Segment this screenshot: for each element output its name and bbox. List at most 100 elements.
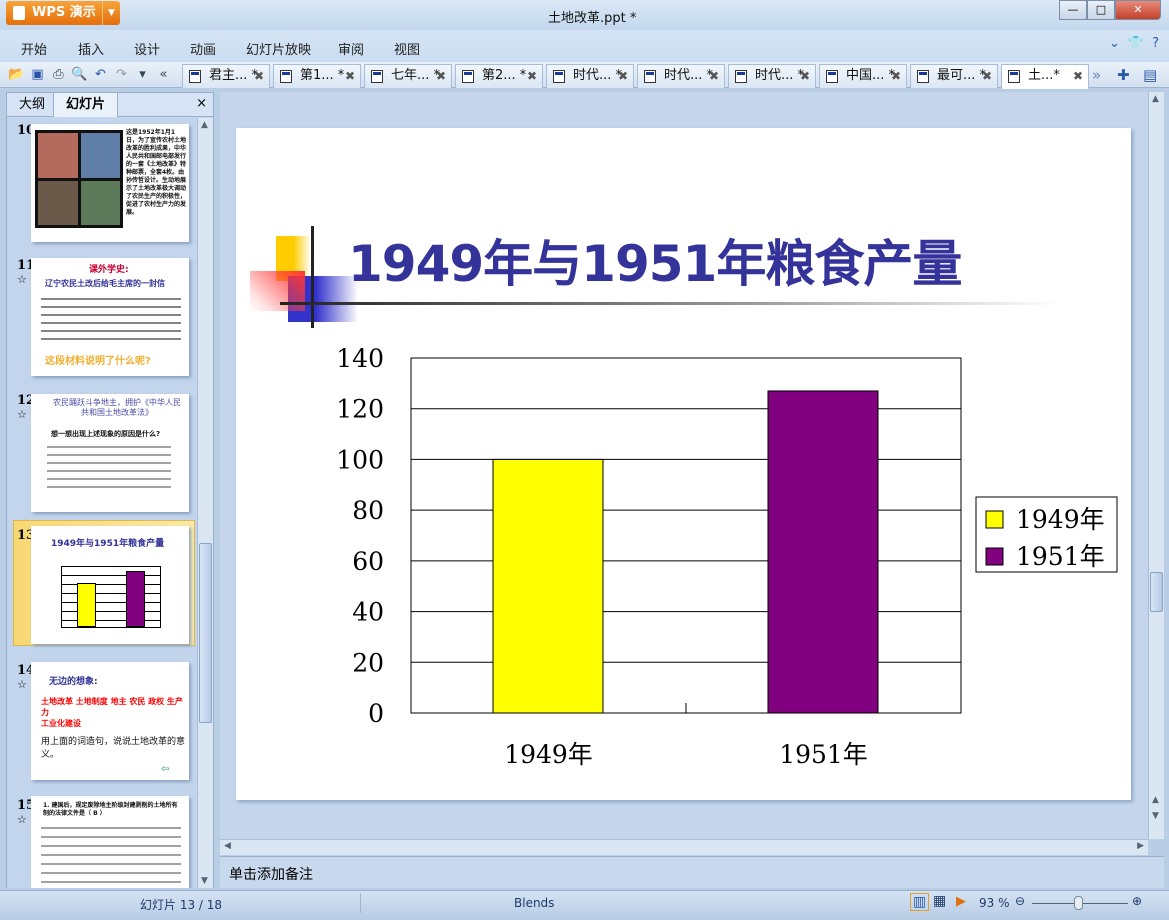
tab-label: 第2... * xyxy=(482,68,527,83)
print-preview-icon[interactable]: 🔍 xyxy=(71,66,88,83)
tabs-scroll-left-icon[interactable]: « xyxy=(155,66,172,83)
bar-chart[interactable]: 0 20 40 60 80 100 120 140 1949年 1951年 1949年 1951年 xyxy=(236,128,1131,800)
animation-star-icon: ☆ xyxy=(17,813,27,826)
document-tab[interactable]: 君主... * ✖ xyxy=(182,64,270,88)
zoom-level: 93 % xyxy=(979,896,1010,910)
close-tab-icon[interactable]: ✖ xyxy=(254,65,264,87)
x-tick-label: 1949年 xyxy=(504,740,593,769)
open-icon[interactable]: 📂 xyxy=(8,66,25,83)
document-tab[interactable]: 土...* ✖ xyxy=(1001,64,1089,89)
slide-thumbnail-12[interactable]: 农民踊跃斗争地主，拥护《中华人民共和国土地改革法》 想一想出现上述现象的原因是什… xyxy=(31,394,189,512)
legend-label: 1949年 xyxy=(1016,505,1105,534)
thumbnail-line: 工业化建设 xyxy=(41,719,81,728)
document-tab[interactable]: 最可... * ✖ xyxy=(910,64,998,88)
document-tab[interactable]: 第1... * ✖ xyxy=(273,64,361,88)
tab-label: 君主... * xyxy=(209,68,259,83)
window-list-icon[interactable]: ▤ xyxy=(1143,66,1157,84)
thumbnail-title: 无边的想象: xyxy=(49,677,98,687)
document-tab[interactable]: 时代... * ✖ xyxy=(546,64,634,88)
close-panel-icon[interactable]: × xyxy=(196,96,207,111)
slide-thumbnail-11[interactable]: 课外学史: 辽宁农民土改后给毛主席的一封信 这段材料说明了什么呢? xyxy=(31,258,189,376)
new-tab-icon[interactable]: ✚ xyxy=(1117,66,1130,84)
tabs-scroll-right-icon[interactable]: » xyxy=(1092,66,1101,84)
slide-sorter-icon[interactable]: ▦ xyxy=(933,893,946,909)
thumbnail-title: 辽宁农民土改后给毛主席的一封信 xyxy=(45,279,165,288)
y-tick-label: 20 xyxy=(352,648,384,677)
tab-label: 土...* xyxy=(1028,68,1060,83)
status-bar: 幻灯片 13 / 18 Blends ▥ ▦ ▶ 93 % ⊖ ⊕ xyxy=(0,890,1169,916)
redo-icon[interactable]: ↷ xyxy=(113,66,130,83)
undo-icon[interactable]: ↶ xyxy=(92,66,109,83)
document-tab[interactable]: 第2... * ✖ xyxy=(455,64,543,88)
close-tab-icon[interactable]: ✖ xyxy=(527,65,537,87)
animation-star-icon: ☆ xyxy=(17,273,27,286)
document-tab-bar: 📂 ▣ ⎙ 🔍 ↶ ↷ ▾ « 君主... * ✖ 第1... * ✖ 七年... * ✖… xyxy=(0,62,1169,89)
ppt-file-icon xyxy=(371,70,383,83)
close-tab-icon[interactable]: ✖ xyxy=(436,65,446,87)
thumbnail-line: 土地改革 土地制度 地主 农民 政权 生产力 xyxy=(41,697,183,717)
menu-slideshow[interactable]: 幻灯片放映 xyxy=(246,39,311,58)
y-tick-label: 60 xyxy=(352,547,384,576)
bar-1949年 xyxy=(492,458,604,714)
quick-access-dropdown-icon[interactable]: ▾ xyxy=(134,66,151,83)
thumbnail-body xyxy=(47,442,171,488)
menu-home[interactable]: 开始 xyxy=(21,39,47,58)
zoom-in-icon[interactable]: ⊕ xyxy=(1132,894,1142,908)
tab-label: 中国... * xyxy=(846,68,896,83)
tab-outline[interactable]: 大纲 xyxy=(7,93,57,117)
close-tab-icon[interactable]: ✖ xyxy=(709,65,719,87)
wps-app-menu-button[interactable]: WPS 演示 ▼ xyxy=(6,1,120,25)
close-window-button[interactable]: ✕ xyxy=(1115,0,1161,20)
tab-label: 七年... * xyxy=(391,68,441,83)
ppt-file-icon xyxy=(1008,70,1020,83)
ppt-file-icon xyxy=(735,70,747,83)
chevron-down-icon[interactable]: ▼ xyxy=(102,1,120,25)
thumbnails-scrollbar[interactable]: ▲ ▼ xyxy=(197,118,213,888)
tab-slides[interactable]: 幻灯片 xyxy=(53,93,119,117)
close-tab-icon[interactable]: ✖ xyxy=(345,65,355,87)
notes-pane[interactable]: 单击添加备注 xyxy=(220,856,1164,888)
thumbnail-heading: 课外学史: xyxy=(89,265,129,275)
notes-placeholder[interactable]: 单击添加备注 xyxy=(229,864,313,884)
minimize-button[interactable]: — xyxy=(1059,0,1087,20)
close-tab-icon[interactable]: ✖ xyxy=(1073,65,1083,87)
editor-vertical-scrollbar[interactable]: ▲ ▲ ▼ xyxy=(1148,92,1164,839)
zoom-slider-thumb[interactable] xyxy=(1074,896,1083,910)
tab-label: 时代... * xyxy=(573,68,623,83)
document-tab[interactable]: 七年... * ✖ xyxy=(364,64,452,88)
zoom-out-icon[interactable]: ⊖ xyxy=(1015,894,1025,908)
normal-view-icon[interactable]: ▥ xyxy=(910,893,930,911)
print-icon[interactable]: ⎙ xyxy=(50,66,67,83)
theme-name: Blends xyxy=(514,896,555,910)
document-tab[interactable]: 时代... * ✖ xyxy=(728,64,816,88)
document-tab[interactable]: 时代... * ✖ xyxy=(637,64,725,88)
slide-thumbnail-10[interactable]: 这是1952年1月1日，为了宣传农村土地改革的胜利成果，中华人民共和国邮电部发行… xyxy=(31,124,189,242)
tab-label: 最可... * xyxy=(937,68,987,83)
close-tab-icon[interactable]: ✖ xyxy=(618,65,628,87)
ppt-file-icon xyxy=(189,70,201,83)
help-icon[interactable]: ? xyxy=(1152,36,1159,51)
close-tab-icon[interactable]: ✖ xyxy=(891,65,901,87)
scrollbar-thumb[interactable] xyxy=(199,543,212,723)
maximize-button[interactable]: □ xyxy=(1087,0,1115,20)
y-tick-label: 80 xyxy=(352,496,384,525)
slide-thumbnail-14[interactable]: 无边的想象: 土地改革 土地制度 地主 农民 政权 生产力 工业化建设 用上面的… xyxy=(31,662,189,780)
close-tab-icon[interactable]: ✖ xyxy=(982,65,992,87)
menu-design[interactable]: 设计 xyxy=(134,39,160,58)
save-icon[interactable]: ▣ xyxy=(29,66,46,83)
y-tick-label: 140 xyxy=(336,344,384,373)
menu-view[interactable]: 视图 xyxy=(394,39,420,58)
editor-horizontal-scrollbar[interactable]: ◀ ▶ xyxy=(220,839,1148,855)
document-tab[interactable]: 中国... * ✖ xyxy=(819,64,907,88)
slide-thumbnail-13[interactable]: 1949年与1951年粮食产量 xyxy=(31,526,189,644)
collapse-ribbon-icon[interactable]: ⌄ xyxy=(1109,36,1120,51)
menu-insert[interactable]: 插入 xyxy=(78,39,104,58)
skin-icon[interactable]: 👕 xyxy=(1128,36,1144,51)
menu-animation[interactable]: 动画 xyxy=(190,39,216,58)
slideshow-icon[interactable]: ▶ xyxy=(956,894,966,909)
menu-review[interactable]: 审阅 xyxy=(338,39,364,58)
close-tab-icon[interactable]: ✖ xyxy=(800,65,810,87)
scrollbar-thumb[interactable] xyxy=(1150,572,1163,612)
slide-canvas[interactable]: 1949年与1951年粮食产量 0 20 40 60 80 100 120 140 1949年 1… xyxy=(236,128,1131,800)
slide-thumbnail-15[interactable]: 1. 建国后，规定废除地主阶级封建剥削的土地所有制的法律文件是（ B ） xyxy=(31,796,189,888)
